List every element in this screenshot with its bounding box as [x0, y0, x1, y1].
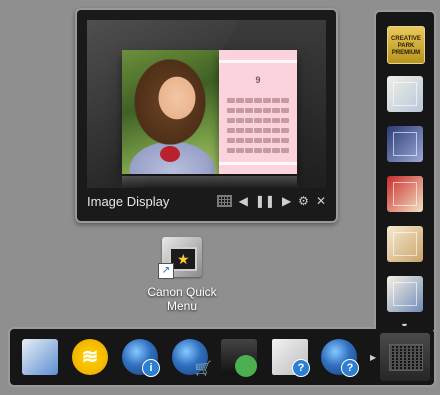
calendar-month: 9 [255, 75, 261, 85]
info-badge-icon: i [142, 359, 160, 377]
creative-park-premium-icon[interactable]: CREATIVE PARK PREMIUM [387, 26, 425, 64]
wifi-symbol: ≋ [81, 346, 99, 368]
canon-quick-menu-icon[interactable]: ★ ↗ [158, 237, 202, 279]
previous-icon[interactable]: ◀ [239, 195, 248, 207]
child-photo [122, 50, 219, 174]
cart-icon: 🛒 [194, 360, 212, 376]
photo-print-icon[interactable] [387, 226, 423, 262]
close-icon[interactable]: ✕ [316, 195, 326, 207]
canon-quick-menu-shortcut[interactable]: ★ ↗ Canon Quick Menu [137, 237, 227, 313]
shortcut-arrow-icon: ↗ [158, 263, 174, 279]
help-badge-icon: ? [292, 359, 310, 377]
document-photo-icon[interactable] [22, 339, 58, 375]
calendar-band [219, 162, 297, 165]
photo-collection-icon[interactable] [387, 76, 423, 112]
display-toolbar: Image Display ◀ ❚❚ ▶ ⚙ ✕ [87, 189, 326, 213]
image-display-mini-icon [389, 344, 423, 371]
photo-layout-icon[interactable] [387, 276, 423, 312]
creative-park-label: CREATIVE PARK PREMIUM [391, 36, 421, 56]
dock-joint [376, 326, 434, 330]
photo-album-icon[interactable] [387, 126, 423, 162]
photo-frame-icon[interactable] [387, 176, 423, 212]
online-shop-icon[interactable]: 🛒 [172, 339, 212, 376]
pause-icon[interactable]: ❚❚ [255, 195, 275, 207]
calendar-grid [227, 98, 289, 156]
calendar-page: 9 [219, 50, 297, 174]
image-display-toggle-button[interactable] [380, 333, 430, 381]
grid-view-icon[interactable] [216, 195, 232, 207]
next-icon[interactable]: ▶ [282, 195, 291, 207]
star-icon: ★ [177, 251, 190, 267]
document-help-icon[interactable]: ? [272, 339, 310, 377]
online-info-icon[interactable]: i [122, 339, 160, 377]
display-title: Image Display [87, 193, 170, 209]
vertical-launcher: CREATIVE PARK PREMIUM ▼ [374, 10, 436, 331]
calendar-band [219, 60, 297, 63]
apple [160, 146, 180, 162]
manual-help-icon[interactable]: ? [321, 339, 359, 377]
user-icon [235, 355, 257, 377]
display-screen[interactable]: 9 [87, 20, 326, 188]
chevron-right-icon[interactable]: ▶ [370, 353, 376, 362]
printer-user-icon[interactable] [221, 339, 257, 377]
wireless-icon[interactable]: ≋ [72, 339, 108, 375]
settings-icon[interactable]: ⚙ [298, 195, 309, 207]
help-badge-icon: ? [341, 359, 359, 377]
shortcut-label[interactable]: Canon Quick Menu [137, 285, 227, 313]
main-dock: ≋ i 🛒 ? ? ▶ [8, 327, 436, 387]
screen-reflection [122, 176, 297, 188]
image-display-widget: 9 Image Display ◀ ❚❚ ▶ ⚙ ✕ [75, 8, 338, 223]
